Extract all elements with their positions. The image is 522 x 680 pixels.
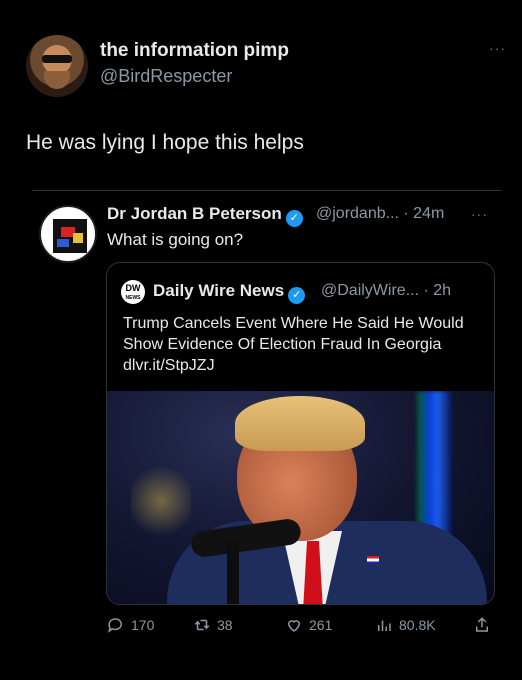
author-handle[interactable]: @BirdRespecter: [100, 66, 232, 87]
reply-icon: [108, 618, 122, 633]
news-source-name[interactable]: Daily Wire News ✓: [153, 281, 306, 304]
like-button[interactable]: 261: [285, 613, 332, 637]
divider: [32, 190, 502, 191]
share-icon: [476, 617, 488, 632]
share-button[interactable]: [473, 613, 491, 637]
retweet-count: 38: [217, 617, 233, 633]
author-avatar[interactable]: [26, 35, 88, 97]
action-bar: 170 38 261 80.8K: [107, 613, 497, 637]
like-icon: [287, 620, 301, 632]
reply-button[interactable]: 170: [107, 613, 154, 637]
news-headline[interactable]: Trump Cancels Event Where He Said He Wou…: [123, 313, 483, 376]
news-source-name-text: Daily Wire News: [153, 281, 285, 300]
logo-text: DW: [125, 283, 141, 293]
like-count: 261: [309, 617, 333, 633]
logo-sub: NEWS: [125, 295, 141, 301]
more-icon[interactable]: ···: [489, 40, 506, 56]
verified-icon: ✓: [288, 287, 306, 304]
quoted-tweet-text: What is going on?: [107, 230, 244, 249]
quoted-author-avatar[interactable]: [39, 205, 97, 263]
retweet-button[interactable]: 38: [193, 613, 233, 637]
verified-icon: ✓: [285, 210, 303, 227]
quoted-author-name[interactable]: Dr Jordan B Peterson ✓: [107, 204, 303, 227]
quoted-author-handle[interactable]: @jordanb... · 24m: [316, 205, 444, 223]
views-count: 80.8K: [399, 617, 436, 633]
quoted-author-name-text: Dr Jordan B Peterson: [107, 204, 282, 223]
quoted-more-icon[interactable]: ···: [471, 206, 488, 222]
retweet-icon: [194, 619, 210, 631]
views-icon: [378, 620, 391, 631]
views-button[interactable]: 80.8K: [375, 613, 436, 637]
tweet-text: He was lying I hope this helps: [26, 131, 304, 154]
dailywire-logo-icon: DW NEWS: [121, 280, 145, 304]
embedded-news-card[interactable]: DW NEWS Daily Wire News ✓ @DailyWire... ·…: [106, 262, 495, 605]
author-name[interactable]: the information pimp: [100, 40, 289, 62]
reply-count: 170: [131, 617, 155, 633]
news-photo[interactable]: [107, 391, 494, 604]
news-source-handle[interactable]: @DailyWire... · 2h: [321, 282, 451, 300]
